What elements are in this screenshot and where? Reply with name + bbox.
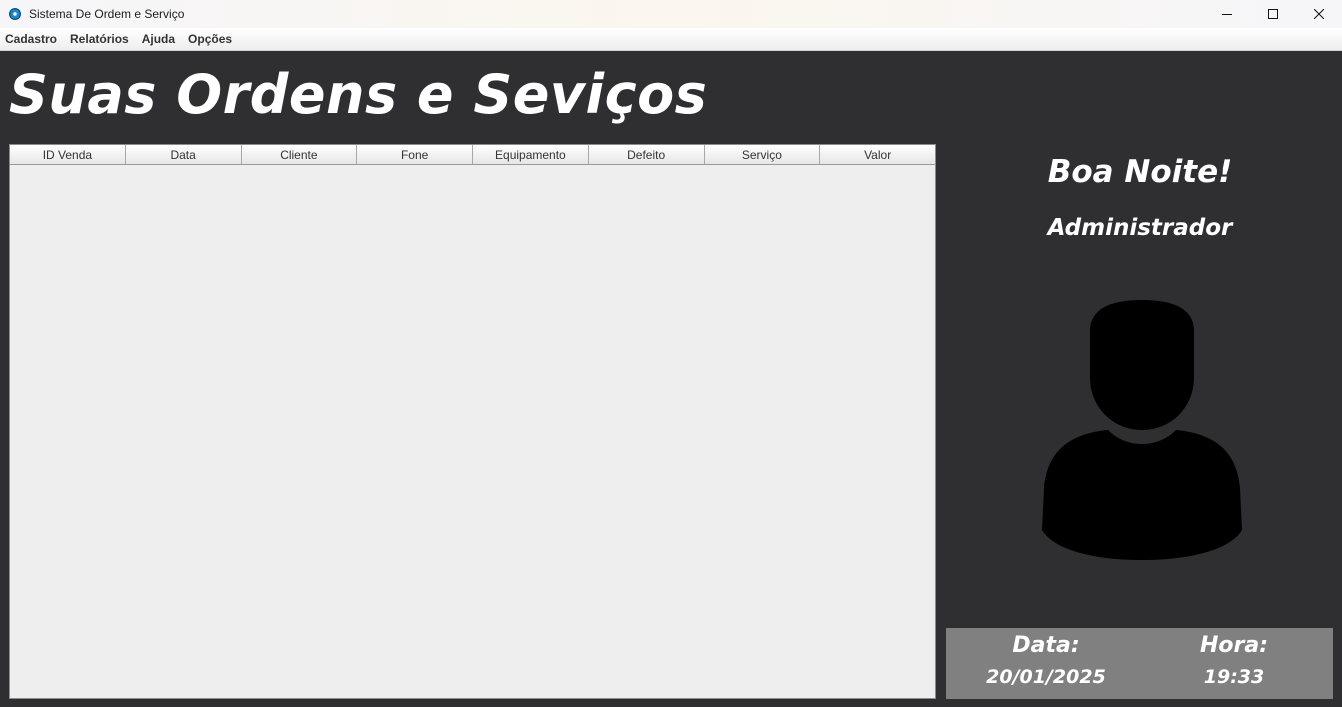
menu-opcoes[interactable]: Opções	[182, 32, 238, 46]
table-header: ID Venda Data Cliente Fone Equipamento D…	[10, 145, 935, 165]
column-header-id-venda[interactable]: ID Venda	[10, 145, 126, 164]
time-value: 19:33	[1203, 666, 1265, 688]
greeting-text: Boa Noite!	[1047, 154, 1233, 190]
minimize-button[interactable]	[1204, 0, 1250, 28]
menu-ajuda[interactable]: Ajuda	[136, 32, 181, 46]
column-header-data[interactable]: Data	[125, 145, 242, 164]
menu-bar: Cadastro Relatórios Ajuda Opções	[0, 28, 1342, 51]
minimize-icon	[1222, 14, 1232, 15]
column-header-servico[interactable]: Serviço	[704, 145, 821, 164]
window-controls	[1204, 0, 1342, 28]
app-icon	[9, 8, 21, 20]
page-title: Suas Ordens e Seviços	[9, 63, 708, 126]
user-silhouette-icon	[1042, 300, 1242, 560]
window-titlebar[interactable]: Sistema De Ordem e Serviço	[0, 0, 1342, 28]
window-title: Sistema De Ordem e Serviço	[29, 7, 185, 21]
datetime-panel: Data: 20/01/2025 Hora: 19:33	[946, 628, 1333, 699]
column-header-defeito[interactable]: Defeito	[588, 145, 705, 164]
column-header-fone[interactable]: Fone	[357, 145, 473, 164]
username-label: Administrador	[1047, 215, 1233, 241]
time-label: Hora:	[1199, 633, 1269, 658]
column-header-cliente[interactable]: Cliente	[241, 145, 358, 164]
date-value: 20/01/2025	[986, 666, 1106, 688]
column-header-equipamento[interactable]: Equipamento	[473, 145, 589, 164]
column-header-valor[interactable]: Valor	[820, 145, 935, 164]
close-button[interactable]	[1296, 0, 1342, 28]
menu-relatorios[interactable]: Relatórios	[64, 32, 135, 46]
menu-cadastro[interactable]: Cadastro	[0, 32, 63, 46]
date-label: Data:	[1012, 633, 1080, 658]
orders-table[interactable]: ID Venda Data Cliente Fone Equipamento D…	[9, 144, 936, 699]
close-icon	[1314, 9, 1324, 19]
maximize-icon	[1268, 9, 1278, 19]
maximize-button[interactable]	[1250, 0, 1296, 28]
table-body[interactable]	[10, 165, 935, 698]
